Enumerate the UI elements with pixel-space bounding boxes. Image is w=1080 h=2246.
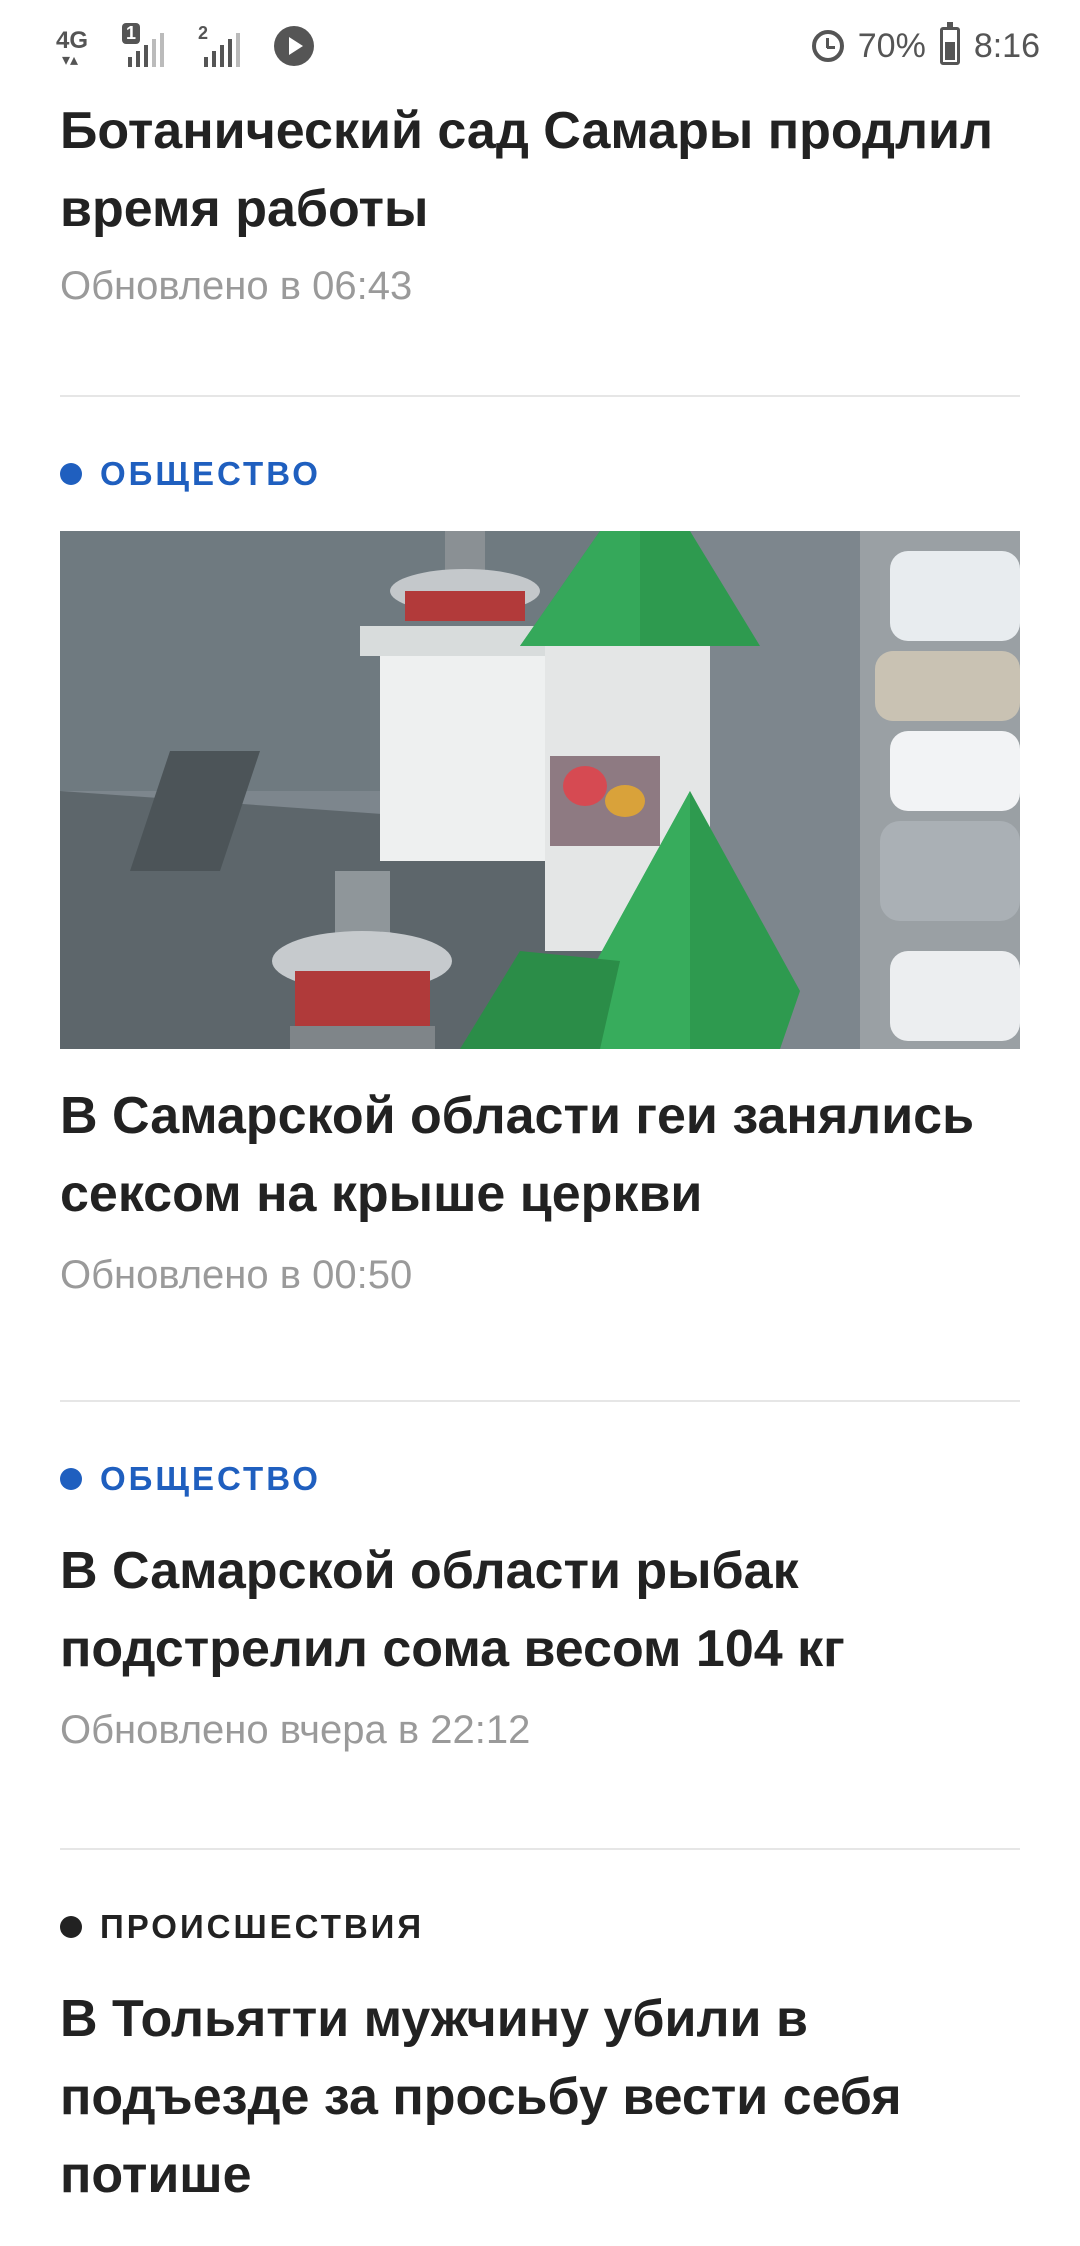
- signal-bars: [204, 33, 240, 67]
- news-updated-time: Обновлено вчера в 22:12: [60, 1708, 531, 1752]
- network-type-icon: 4G ▾▴: [56, 23, 92, 69]
- category-dot-icon: [60, 1468, 82, 1490]
- news-headline[interactable]: Ботанический сад Самары продлил время ра…: [60, 92, 1020, 248]
- news-updated-time: Обновлено в 06:43: [60, 264, 413, 308]
- media-play-icon: [274, 26, 314, 66]
- news-card[interactable]: ОБЩЕСТВО В Самарской области рыбак подст…: [60, 1402, 1020, 1850]
- news-headline[interactable]: В Самарской области геи занялись сексом …: [60, 1077, 1020, 1233]
- news-category[interactable]: ОБЩЕСТВО: [60, 455, 1020, 493]
- battery-fill: [944, 41, 955, 60]
- category-label: ОБЩЕСТВО: [100, 1460, 321, 1497]
- status-bar: 4G ▾▴ 1 2 70% 8:16: [0, 0, 1080, 92]
- news-headline[interactable]: В Тольятти мужчину убили в подъезде за п…: [60, 1980, 1020, 2214]
- category-label: ПРОИСШЕСТВИЯ: [100, 1908, 425, 1945]
- category-label: ОБЩЕСТВО: [100, 455, 321, 492]
- status-bar-left: 4G ▾▴ 1 2: [56, 18, 314, 74]
- battery-percent: 70%: [857, 26, 926, 65]
- news-feed: Ботанический сад Самары продлил время ра…: [60, 92, 1020, 2214]
- signal-sim2-icon: 2: [198, 23, 244, 69]
- category-dot-icon: [60, 463, 82, 485]
- news-card[interactable]: ОБЩЕСТВО В Самарской области геи занялис…: [60, 397, 1020, 1402]
- alarm-icon: [811, 30, 844, 62]
- status-bar-right: 70% 8:16: [811, 18, 1040, 74]
- signal-sim1-icon: 1: [122, 23, 168, 69]
- news-headline[interactable]: В Самарской области рыбак подстрелил сом…: [60, 1532, 1020, 1688]
- news-photo[interactable]: [60, 531, 1020, 1049]
- category-dot-icon: [60, 1916, 82, 1938]
- news-updated-time: Обновлено в 00:50: [60, 1253, 413, 1297]
- clock: 8:16: [973, 26, 1040, 65]
- data-arrows-icon: ▾▴: [62, 52, 79, 69]
- signal-bars: [128, 33, 164, 67]
- news-category[interactable]: ОБЩЕСТВО: [60, 1460, 1020, 1498]
- network-type-label: 4G: [56, 27, 89, 54]
- battery-icon: [939, 22, 960, 65]
- news-category[interactable]: ПРОИСШЕСТВИЯ: [60, 1908, 1020, 1946]
- news-card[interactable]: Ботанический сад Самары продлил время ра…: [60, 92, 1020, 397]
- news-card[interactable]: ПРОИСШЕСТВИЯ В Тольятти мужчину убили в …: [60, 1850, 1020, 2214]
